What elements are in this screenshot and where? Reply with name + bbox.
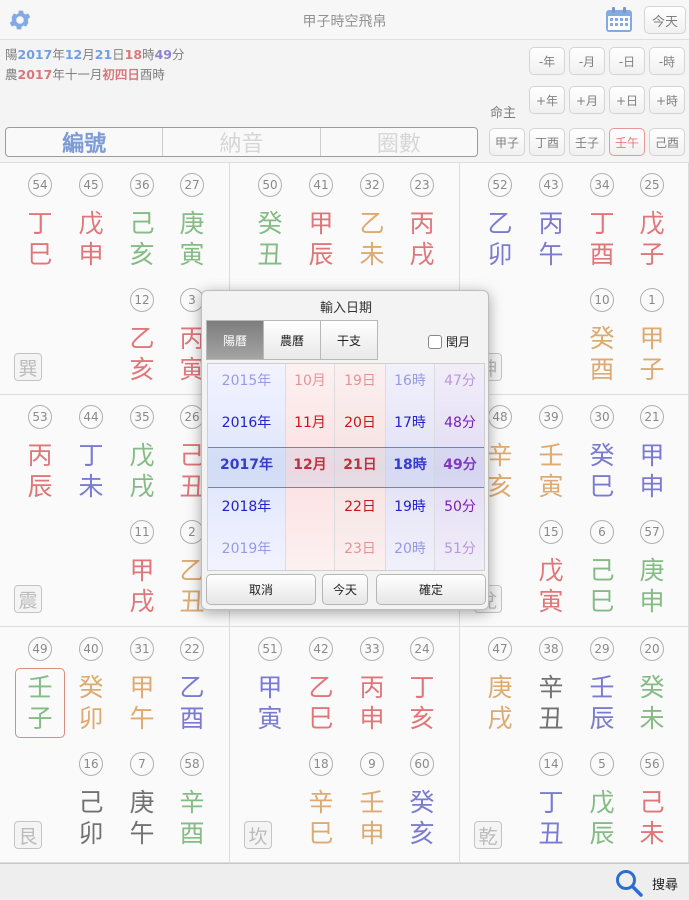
picker-item[interactable]: 20日	[335, 412, 385, 432]
leap-month-label: 閏月	[446, 335, 471, 349]
picker-item[interactable]: 12月	[286, 454, 334, 474]
tab-lunar[interactable]: 農曆	[263, 320, 321, 360]
picker-item[interactable]: 49分	[435, 454, 484, 474]
picker-item[interactable]: 20時	[386, 538, 434, 558]
date-picker: 2015年 2016年 2017年 2018年 2019年 10月 11月 12月 19日 20日…	[207, 363, 485, 571]
picker-item[interactable]: 22日	[335, 496, 385, 516]
search-label[interactable]: 搜尋	[652, 874, 678, 893]
picker-item[interactable]: 2017年	[208, 454, 285, 474]
picker-item[interactable]: 50分	[435, 496, 484, 516]
picker-item[interactable]: 2019年	[208, 538, 285, 558]
picker-column-0[interactable]: 2015年 2016年 2017年 2018年 2019年	[208, 364, 286, 570]
picker-item[interactable]: 10月	[286, 370, 334, 390]
picker-item[interactable]: 51分	[435, 538, 484, 558]
picker-item[interactable]: 2015年	[208, 370, 285, 390]
leap-month-toggle[interactable]: 閏月	[428, 333, 470, 350]
bottom-bar: 搜尋	[0, 863, 689, 900]
search-button[interactable]	[614, 868, 644, 898]
picker-item[interactable]: 2018年	[208, 496, 285, 516]
picker-column-3[interactable]: 16時 17時 18時 19時 20時	[386, 364, 435, 570]
search-icon	[616, 870, 643, 897]
dialog-title: 輸入日期	[319, 301, 372, 316]
picker-item[interactable]: 2016年	[208, 412, 285, 432]
picker-item[interactable]: 17時	[386, 412, 434, 432]
tab-ganzhi[interactable]: 干支	[320, 320, 378, 360]
date-input-dialog: 輸入日期 陽曆 農曆 干支 閏月 2015年 2016年 2017年 2018年 201…	[201, 290, 489, 610]
tab-solar[interactable]: 陽曆	[206, 320, 264, 360]
dialog-today-button[interactable]: 今天	[322, 574, 368, 605]
picker-item[interactable]: 16時	[386, 370, 434, 390]
picker-item[interactable]: 19日	[335, 370, 385, 390]
picker-item[interactable]: 11月	[286, 412, 334, 432]
picker-item[interactable]: 19時	[386, 496, 434, 516]
picker-item[interactable]: 18時	[386, 454, 434, 474]
picker-item[interactable]: 21日	[335, 454, 385, 474]
calendar-type-tabs: 陽曆 農曆 干支	[206, 320, 378, 360]
picker-item[interactable]: 48分	[435, 412, 484, 432]
picker-column-1[interactable]: 10月 11月 12月	[286, 364, 335, 570]
leap-month-checkbox[interactable]	[428, 334, 442, 349]
picker-item[interactable]: 23日	[335, 538, 385, 558]
picker-column-2[interactable]: 19日 20日 21日 22日 23日	[335, 364, 386, 570]
picker-column-4[interactable]: 47分 48分 49分 50分 51分	[435, 364, 484, 570]
confirm-button[interactable]: 確定	[376, 574, 486, 605]
cancel-button[interactable]: 取消	[206, 574, 316, 605]
picker-item[interactable]: 47分	[435, 370, 484, 390]
